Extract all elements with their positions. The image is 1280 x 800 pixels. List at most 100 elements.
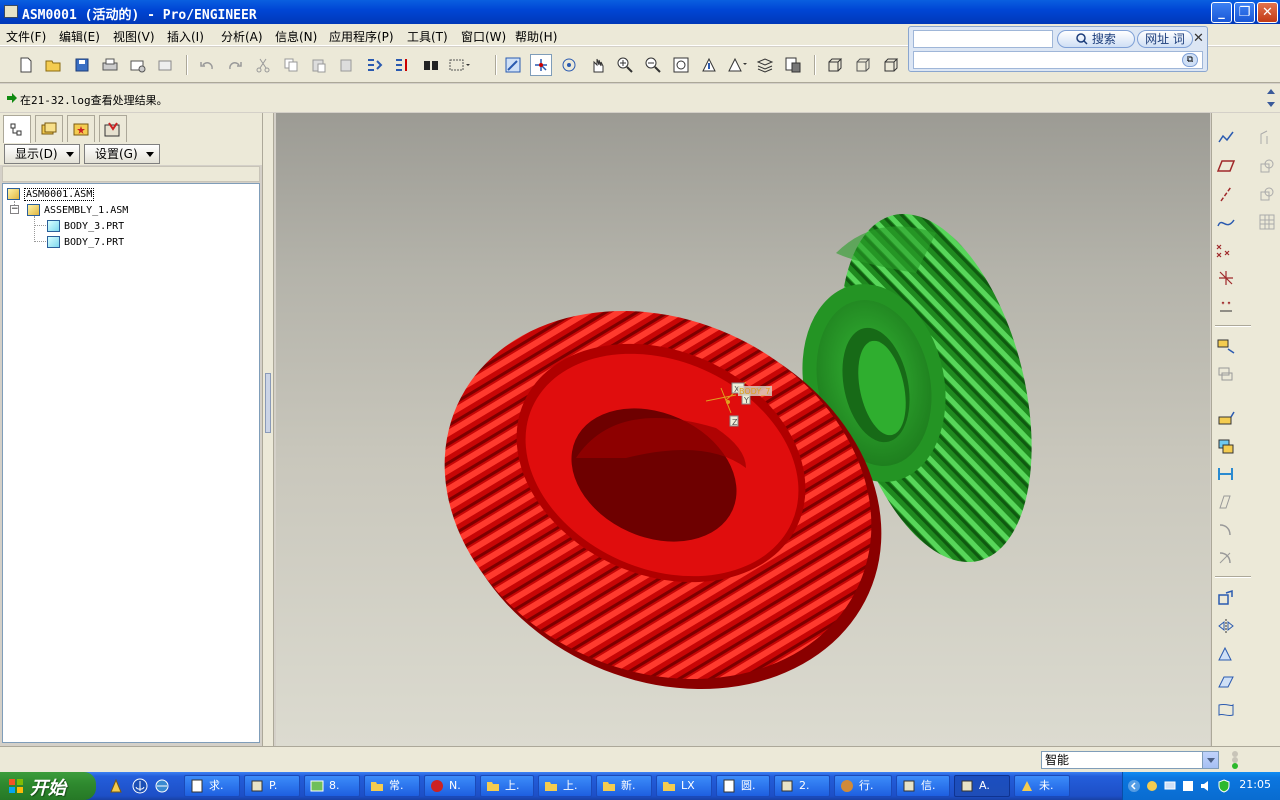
tree-item-assembly[interactable]: ASSEMBLY_1.ASM — [27, 202, 128, 218]
splitter-handle[interactable] — [265, 373, 271, 433]
search-close-icon[interactable]: ✕ — [1193, 31, 1204, 46]
maximize-button[interactable]: ❐ — [1234, 2, 1255, 23]
paste-special-icon[interactable] — [336, 54, 358, 76]
taskbar-item[interactable]: N. — [424, 775, 476, 797]
security-shield-icon[interactable] — [1217, 779, 1231, 793]
quick-launch-proe-icon[interactable] — [108, 778, 124, 794]
tree-item-part[interactable]: BODY_3.PRT — [47, 218, 124, 234]
rib-tool-icon[interactable] — [1256, 183, 1278, 205]
taskbar-item[interactable]: 上. — [480, 775, 534, 797]
taskbar-item[interactable]: 新. — [596, 775, 652, 797]
surface-icon[interactable] — [1215, 671, 1237, 693]
message-scroll[interactable] — [1265, 86, 1277, 110]
datum-curve-icon[interactable] — [1215, 211, 1237, 233]
assemble-icon[interactable] — [1215, 335, 1237, 357]
tree-item-root[interactable]: ASM0001.ASM — [7, 186, 95, 202]
revolve-icon[interactable] — [1215, 435, 1237, 457]
new-file-icon[interactable] — [15, 54, 37, 76]
round-icon[interactable] — [1215, 547, 1237, 569]
no-hidden-icon[interactable] — [880, 54, 902, 76]
mirror-icon[interactable] — [1215, 615, 1237, 637]
grid-tool-icon[interactable] — [1256, 211, 1278, 233]
menu-view[interactable]: 视图(V) — [113, 28, 155, 45]
search-input[interactable] — [913, 30, 1053, 48]
tab-connections[interactable] — [99, 115, 127, 142]
shell-tool-icon[interactable] — [1256, 155, 1278, 177]
redo-icon[interactable] — [224, 54, 246, 76]
send-link-icon[interactable] — [155, 54, 177, 76]
tab-folder-browser[interactable] — [35, 115, 63, 142]
spin-center-icon[interactable] — [530, 54, 552, 76]
reorient-icon[interactable] — [698, 54, 720, 76]
zoom-out-icon[interactable] — [642, 54, 664, 76]
menu-info[interactable]: 信息(N) — [275, 28, 317, 45]
collapse-toggle[interactable]: − — [10, 205, 19, 214]
go-icon[interactable]: ⧉ — [1182, 53, 1198, 67]
taskbar-item[interactable]: 求. — [184, 775, 240, 797]
url-button[interactable]: 网址 词 — [1137, 30, 1193, 48]
datum-axis-icon[interactable] — [1215, 183, 1237, 205]
zoom-in-icon[interactable] — [614, 54, 636, 76]
taskbar-item[interactable]: LX — [656, 775, 712, 797]
analysis-feature-icon[interactable] — [1215, 295, 1237, 317]
pattern-icon[interactable] — [1215, 643, 1237, 665]
saved-views-icon[interactable] — [726, 54, 748, 76]
chevron-down-icon[interactable] — [1202, 752, 1218, 768]
datum-display-icon[interactable] — [1215, 127, 1237, 149]
open-file-icon[interactable] — [43, 54, 65, 76]
input-method-icon[interactable] — [1181, 779, 1195, 793]
print-icon[interactable] — [99, 54, 121, 76]
qq-icon[interactable] — [1145, 779, 1159, 793]
menu-tools[interactable]: 工具(T) — [407, 28, 448, 45]
create-component-icon[interactable] — [1215, 363, 1237, 385]
regen-manager-icon[interactable] — [392, 54, 414, 76]
select-box-icon[interactable] — [448, 54, 470, 76]
copy-icon[interactable] — [280, 54, 302, 76]
refit-icon[interactable] — [670, 54, 692, 76]
extrude-icon[interactable] — [1215, 407, 1237, 429]
paste-icon[interactable] — [308, 54, 330, 76]
blend-icon[interactable] — [1215, 491, 1237, 513]
selection-filter-select[interactable]: 智能 — [1041, 751, 1219, 769]
menu-edit[interactable]: 编辑(E) — [59, 28, 100, 45]
show-dropdown[interactable]: 显示(D) — [4, 144, 80, 164]
minimize-button[interactable]: _ — [1211, 2, 1232, 23]
taskbar-item[interactable]: 常. — [364, 775, 420, 797]
menu-window[interactable]: 窗口(W) — [461, 28, 506, 45]
menu-analysis[interactable]: 分析(A) — [221, 28, 263, 45]
taskbar-item[interactable]: 上. — [538, 775, 592, 797]
regenerate-icon[interactable] — [364, 54, 386, 76]
close-button[interactable]: ✕ — [1257, 2, 1278, 23]
taskbar-item[interactable]: 8. — [304, 775, 360, 797]
hidden-line-icon[interactable] — [852, 54, 874, 76]
save-icon[interactable] — [71, 54, 93, 76]
datum-csys-icon[interactable] — [1215, 267, 1237, 289]
hole-icon[interactable] — [1215, 519, 1237, 541]
find-icon[interactable] — [420, 54, 442, 76]
taskbar-item[interactable]: P. — [244, 775, 300, 797]
quick-launch-anchor-icon[interactable] — [132, 778, 148, 794]
orient-mode-icon[interactable] — [558, 54, 580, 76]
volume-icon[interactable] — [1199, 779, 1213, 793]
taskbar-item-active[interactable]: A. — [954, 775, 1010, 797]
sweep-icon[interactable] — [1215, 463, 1237, 485]
tab-favorites[interactable] — [67, 115, 95, 142]
pan-icon[interactable] — [586, 54, 608, 76]
pane-splitter[interactable] — [262, 113, 274, 746]
datum-plane-icon[interactable] — [1215, 155, 1237, 177]
settings-dropdown[interactable]: 设置(G) — [84, 144, 160, 164]
graphics-window[interactable]: X Y Z BODY_7 — [276, 113, 1210, 746]
start-button[interactable]: 开始 — [0, 772, 96, 800]
boundary-blend-icon[interactable] — [1215, 699, 1237, 721]
send-mail-icon[interactable] — [127, 54, 149, 76]
menu-applications[interactable]: 应用程序(P) — [329, 28, 394, 45]
cut-icon[interactable] — [252, 54, 274, 76]
tree-item-part[interactable]: BODY_7.PRT — [47, 234, 124, 250]
tray-expand-icon[interactable] — [1127, 779, 1141, 793]
wireframe-icon[interactable] — [824, 54, 846, 76]
taskbar-item[interactable]: 信. — [896, 775, 950, 797]
undo-icon[interactable] — [196, 54, 218, 76]
sketch-tool-icon[interactable] — [1256, 127, 1278, 149]
datum-point-icon[interactable] — [1215, 239, 1237, 261]
menu-help[interactable]: 帮助(H) — [515, 28, 557, 45]
